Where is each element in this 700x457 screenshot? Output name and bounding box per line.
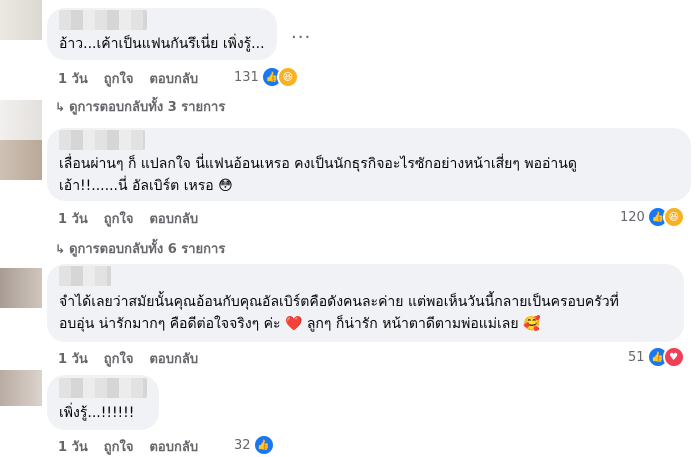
love-icon: ♥ xyxy=(662,346,685,368)
comment-time[interactable]: 1 วัน xyxy=(58,436,88,457)
comment-actions: 1 วัน ถูกใจ ตอบกลับ xyxy=(58,436,198,457)
commenter-name[interactable] xyxy=(59,130,145,150)
reply-button[interactable]: ตอบกลับ xyxy=(149,348,198,369)
reaction-summary[interactable]: 51 👍 ♥ xyxy=(628,346,685,368)
comment-actions: 1 วัน ถูกใจ ตอบกลับ xyxy=(58,208,198,229)
avatar[interactable] xyxy=(0,370,42,406)
comment-actions: 1 วัน ถูกใจ ตอบกลับ xyxy=(58,348,198,369)
comment-text: เอ้า!!......นี่ อัลเบิร์ต เหรอ 😳 xyxy=(59,178,233,194)
comment-time[interactable]: 1 วัน xyxy=(58,68,88,89)
reaction-count: 120 xyxy=(620,209,645,225)
like-button[interactable]: ถูกใจ xyxy=(104,68,134,89)
commenter-name[interactable] xyxy=(59,378,147,398)
reaction-summary[interactable]: 120 👍 😆 xyxy=(620,206,685,228)
like-icon: 👍 xyxy=(252,434,275,456)
reply-button[interactable]: ตอบกลับ xyxy=(149,208,198,229)
reaction-count: 51 xyxy=(628,349,645,365)
comment-bubble: อ้าว...เค้าเป็นแฟนกันรึเนี่ย เพิ่งรู้... xyxy=(47,8,277,60)
comment-bubble: เพิ่งรู้...!!!!!! xyxy=(47,375,159,430)
replies-arrow-icon: ↳ xyxy=(55,241,66,256)
comment-text: อ้าว...เค้าเป็นแฟนกันรึเนี่ย เพิ่งรู้... xyxy=(59,36,265,52)
avatar[interactable] xyxy=(0,100,42,144)
reaction-count: 131 xyxy=(234,69,259,85)
avatar[interactable] xyxy=(0,268,42,308)
view-replies-label: ดูการตอบกลับทั้ง 3 รายการ xyxy=(69,100,226,115)
avatar[interactable] xyxy=(0,0,42,40)
comment-time[interactable]: 1 วัน xyxy=(58,208,88,229)
haha-icon: 😆 xyxy=(276,66,299,88)
comment-time[interactable]: 1 วัน xyxy=(58,348,88,369)
more-options-icon[interactable]: ... xyxy=(291,22,311,43)
haha-icon: 😆 xyxy=(662,206,685,228)
like-button[interactable]: ถูกใจ xyxy=(104,208,134,229)
like-button[interactable]: ถูกใจ xyxy=(104,348,134,369)
comment-text: เพิ่งรู้...!!!!!! xyxy=(59,405,135,421)
comment-text: อบอุ่น น่ารักมากๆ คือดีต่อใจจริงๆ ค่ะ ❤️… xyxy=(59,316,541,332)
reply-button[interactable]: ตอบกลับ xyxy=(149,68,198,89)
view-replies-link[interactable]: ↳ ดูการตอบกลับทั้ง 6 รายการ xyxy=(55,238,225,259)
like-button[interactable]: ถูกใจ xyxy=(104,436,134,457)
view-replies-link[interactable]: ↳ ดูการตอบกลับทั้ง 3 รายการ xyxy=(55,96,225,117)
comment-actions: 1 วัน ถูกใจ ตอบกลับ xyxy=(58,68,198,89)
comment-text: จำได้เลยว่าสมัยนั้นคุณอ้อนกับคุณอัลเบิร์… xyxy=(59,294,619,310)
comment-text: เลื่อนผ่านๆ ก็ แปลกใจ นี่แฟนอ้อนเหรอ คงเ… xyxy=(59,156,577,172)
view-replies-label: ดูการตอบกลับทั้ง 6 รายการ xyxy=(69,242,226,257)
reaction-summary[interactable]: 32 👍 xyxy=(234,434,275,456)
avatar[interactable] xyxy=(0,140,42,180)
commenter-name[interactable] xyxy=(59,266,111,286)
commenter-name[interactable] xyxy=(59,10,147,30)
reaction-summary[interactable]: 131 👍 😆 xyxy=(234,66,299,88)
replies-arrow-icon: ↳ xyxy=(55,99,66,114)
reply-button[interactable]: ตอบกลับ xyxy=(149,436,198,457)
comment-bubble: เลื่อนผ่านๆ ก็ แปลกใจ นี่แฟนอ้อนเหรอ คงเ… xyxy=(47,128,691,201)
comment-bubble: จำได้เลยว่าสมัยนั้นคุณอ้อนกับคุณอัลเบิร์… xyxy=(47,264,684,342)
reaction-count: 32 xyxy=(234,437,251,453)
